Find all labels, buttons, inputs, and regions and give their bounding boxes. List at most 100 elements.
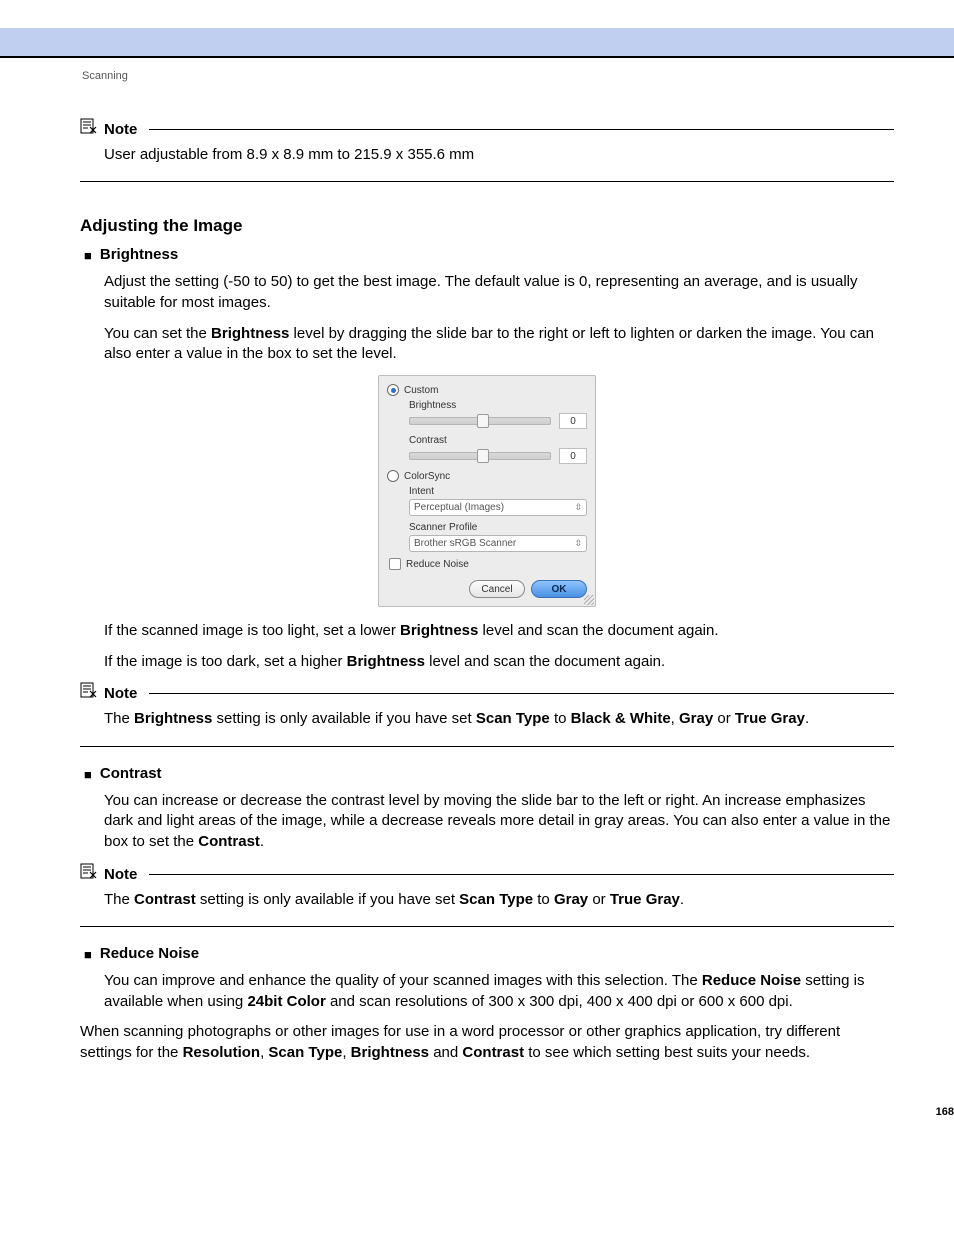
subsection-heading: Adjusting the Image <box>80 216 894 236</box>
contrast-slider-row: 0 <box>409 448 587 464</box>
checkbox-icon[interactable] <box>389 558 401 570</box>
text: to <box>550 710 571 727</box>
paragraph: Adjust the setting (-50 to 50) to get th… <box>104 272 894 313</box>
contrast-label: Contrast <box>409 435 587 446</box>
bold-term: Brightness <box>400 622 478 639</box>
text: level and scan the document again. <box>478 622 718 639</box>
text: The <box>104 891 134 908</box>
note-rule <box>149 129 894 130</box>
intent-combo[interactable]: Perceptual (Images) ⇳ <box>409 499 587 516</box>
bold-term: Reduce Noise <box>702 972 801 989</box>
radio-colorsync-row[interactable]: ColorSync <box>387 470 587 482</box>
reduce-noise-checkbox-row[interactable]: Reduce Noise <box>389 558 587 570</box>
text: , <box>671 710 679 727</box>
text: The <box>104 710 134 727</box>
note-rule-bottom <box>80 181 894 182</box>
bold-term: Contrast <box>198 833 260 850</box>
dialog-buttons: Cancel OK <box>387 580 587 598</box>
note-header: Note <box>80 682 894 705</box>
contrast-slider[interactable] <box>409 452 551 460</box>
bold-term: Contrast <box>462 1044 524 1061</box>
bold-term: True Gray <box>610 891 680 908</box>
brightness-label: Brightness <box>409 400 587 411</box>
bold-term: Brightness <box>351 1044 429 1061</box>
bullet-title: Reduce Noise <box>100 945 199 962</box>
radio-unselected-icon[interactable] <box>387 470 399 482</box>
note-header: Note <box>80 118 894 141</box>
checkbox-label: Reduce Noise <box>406 559 469 570</box>
text: and <box>429 1044 462 1061</box>
text: or <box>713 710 735 727</box>
scanner-profile-label: Scanner Profile <box>409 522 587 533</box>
text: or <box>588 891 610 908</box>
square-bullet-icon: ■ <box>84 246 92 266</box>
brightness-slider-row: 0 <box>409 413 587 429</box>
settings-dialog: Custom Brightness 0 Contrast 0 ColorSync… <box>378 375 596 607</box>
bullet-reduce-noise: ■ Reduce Noise <box>84 945 894 965</box>
chevron-updown-icon: ⇳ <box>574 502 582 513</box>
text: You can improve and enhance the quality … <box>104 972 702 989</box>
note-rule-bottom <box>80 746 894 747</box>
text: You can set the <box>104 325 211 342</box>
section-label: Scanning <box>82 70 894 82</box>
square-bullet-icon: ■ <box>84 765 92 785</box>
text: level and scan the document again. <box>425 653 665 670</box>
bold-term: Brightness <box>211 325 289 342</box>
scanner-profile-combo[interactable]: Brother sRGB Scanner ⇳ <box>409 535 587 552</box>
page-content: Scanning Note User adjustable from 8.9 x… <box>0 58 954 1114</box>
note-label: Note <box>104 866 137 883</box>
cancel-button[interactable]: Cancel <box>469 580 525 598</box>
bold-term: Scan Type <box>476 710 550 727</box>
bold-term: Black & White <box>571 710 671 727</box>
page-number: 168 <box>936 1106 954 1118</box>
header-band <box>0 28 954 58</box>
note-icon <box>80 863 98 886</box>
contrast-value[interactable]: 0 <box>559 448 587 464</box>
resize-grip-icon[interactable] <box>584 595 594 605</box>
note-icon <box>80 118 98 141</box>
text: setting is only available if you have se… <box>196 891 459 908</box>
text: . <box>680 891 684 908</box>
brightness-slider[interactable] <box>409 417 551 425</box>
note-body: The Contrast setting is only available i… <box>104 890 894 910</box>
radio-selected-icon[interactable] <box>387 384 399 396</box>
note-icon <box>80 682 98 705</box>
paragraph: If the image is too dark, set a higher B… <box>104 652 894 673</box>
bold-term: Gray <box>679 710 713 727</box>
text: to <box>533 891 554 908</box>
radio-label: ColorSync <box>404 471 450 482</box>
square-bullet-icon: ■ <box>84 945 92 965</box>
text: . <box>805 710 809 727</box>
paragraph: You can increase or decrease the contras… <box>104 791 894 853</box>
chevron-updown-icon: ⇳ <box>574 538 582 549</box>
bold-term: Brightness <box>347 653 425 670</box>
note-rule-bottom <box>80 926 894 927</box>
bullet-title: Brightness <box>100 246 178 263</box>
bullet-contrast: ■ Contrast <box>84 765 894 785</box>
note-body: User adjustable from 8.9 x 8.9 mm to 215… <box>104 145 894 165</box>
note-header: Note <box>80 863 894 886</box>
slider-thumb[interactable] <box>477 414 489 428</box>
bold-term: Scan Type <box>459 891 533 908</box>
note-label: Note <box>104 121 137 138</box>
text: , <box>342 1044 350 1061</box>
slider-thumb[interactable] <box>477 449 489 463</box>
text: and scan resolutions of 300 x 300 dpi, 4… <box>326 993 793 1010</box>
note-body: The Brightness setting is only available… <box>104 709 894 729</box>
bold-term: True Gray <box>735 710 805 727</box>
note-label: Note <box>104 685 137 702</box>
ok-button[interactable]: OK <box>531 580 587 598</box>
radio-label: Custom <box>404 385 438 396</box>
text: If the image is too dark, set a higher <box>104 653 347 670</box>
bold-term: Contrast <box>134 891 196 908</box>
bullet-title: Contrast <box>100 765 162 782</box>
combo-value: Brother sRGB Scanner <box>414 538 516 549</box>
note-rule <box>149 693 894 694</box>
radio-custom-row[interactable]: Custom <box>387 384 587 396</box>
dialog-screenshot: Custom Brightness 0 Contrast 0 ColorSync… <box>80 375 894 607</box>
bold-term: Gray <box>554 891 588 908</box>
combo-value: Perceptual (Images) <box>414 502 504 513</box>
closing-paragraph: When scanning photographs or other image… <box>80 1022 894 1063</box>
bold-term: Resolution <box>183 1044 261 1061</box>
brightness-value[interactable]: 0 <box>559 413 587 429</box>
